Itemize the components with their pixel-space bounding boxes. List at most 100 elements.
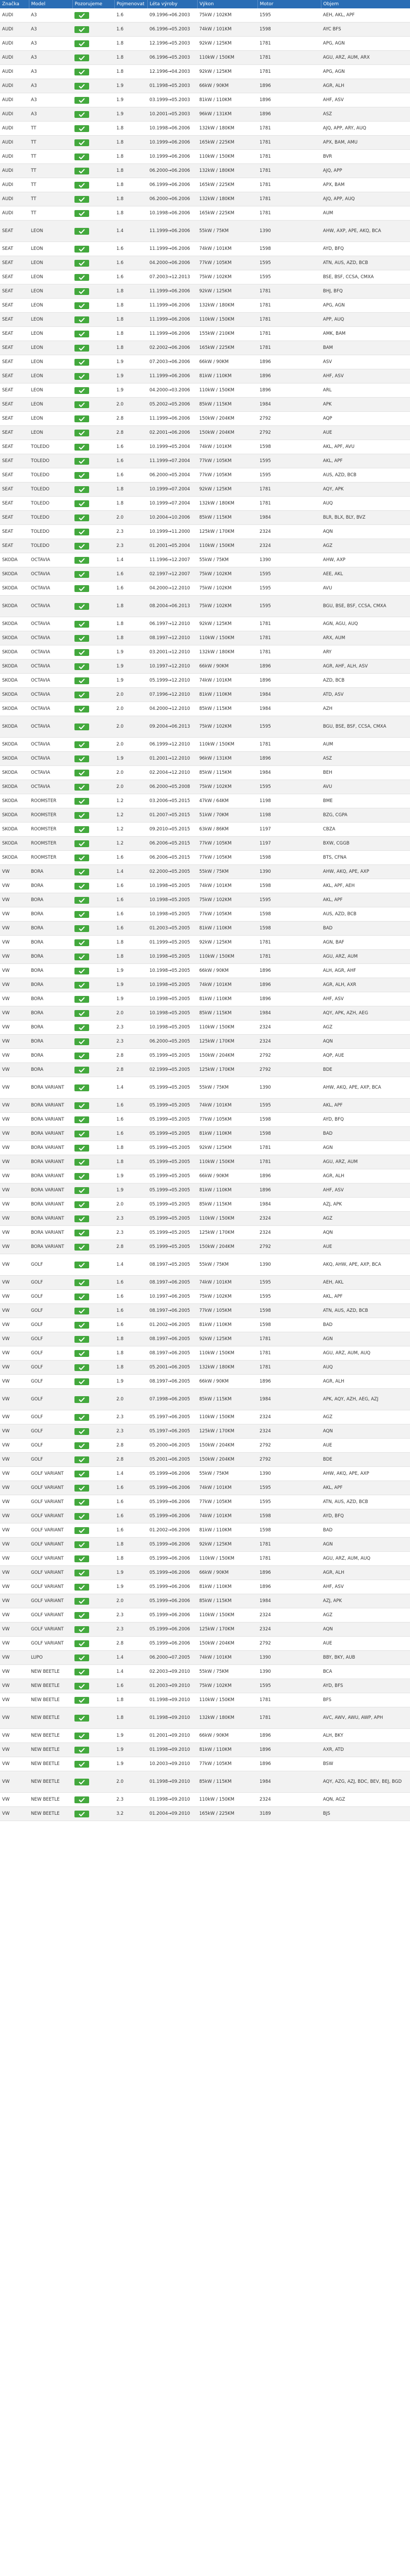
cell-brand: AUDI	[0, 22, 29, 37]
cell-check	[72, 1481, 114, 1495]
cell-text: SKODA	[2, 840, 18, 846]
cell-text: 1.8	[116, 603, 124, 609]
cell-check	[72, 178, 114, 192]
cell-power: 55kW / 75KM	[197, 1077, 257, 1099]
cell-text: 165kW / 225KM	[199, 210, 234, 216]
cell-displacement: 1.4	[114, 220, 147, 242]
compatible-check-icon	[74, 1413, 89, 1421]
cell-years: 11.1999→06.2006	[147, 369, 197, 383]
cell-text: 85kW / 115KM	[199, 770, 232, 775]
table-row: VW GOLF 2.8 05.2000→06.2005 150kW / 204KM 279…	[0, 1438, 410, 1453]
cell-text: VW	[2, 897, 10, 903]
table-row: VW GOLF VARIANT 1.9 05.1999→06.2006 66kW / 9…	[0, 1565, 410, 1580]
cell-model: GOLF	[29, 1374, 72, 1389]
cell-engine-list: AKL, APF, AVU	[321, 440, 410, 454]
cell-engine-code: 2792	[257, 1240, 321, 1254]
cell-text: 11.1999→06.2006	[149, 288, 190, 294]
cell-years: 07.1998→06.2005	[147, 1388, 197, 1410]
cell-text: SEAT	[2, 288, 14, 294]
cell-text: 1.8	[116, 1541, 124, 1547]
cell-brand: VW	[0, 1424, 29, 1439]
table-row: AUDI A3 1.6 09.1996→06.2003 75kW / 102KM 1595…	[0, 8, 410, 23]
cell-text: 10.1998→05.2005	[149, 911, 190, 917]
cell-engine-list: APG, AGN	[321, 64, 410, 79]
cell-engine-list: AGZ	[321, 539, 410, 553]
cell-engine-code: 1781	[257, 1693, 321, 1707]
cell-model: BORA	[29, 1048, 72, 1063]
cell-text: 1.6	[116, 897, 124, 903]
cell-years: 10.2003→09.2010	[147, 1757, 197, 1771]
cell-text: GOLF VARIANT	[31, 1612, 64, 1618]
compatible-check-icon	[74, 663, 89, 670]
cell-years: 05.1999→05.2005	[147, 1211, 197, 1226]
cell-text: AGR, ALH	[323, 1570, 344, 1575]
cell-text: 77kW / 105KM	[199, 1499, 232, 1505]
cell-check	[72, 524, 114, 539]
cell-text: 1.6	[116, 1279, 124, 1285]
cell-power: 96kW / 131KM	[197, 107, 257, 122]
cell-engine-list: AZD, BCB	[321, 673, 410, 688]
cell-brand: VW	[0, 1240, 29, 1254]
cell-engine-list: AXR, ATD	[321, 1742, 410, 1757]
compatible-check-icon	[74, 1470, 89, 1477]
compatible-check-icon	[74, 1527, 89, 1534]
cell-text: 1595	[260, 897, 271, 903]
cell-displacement: 1.9	[114, 1169, 147, 1183]
cell-text: 1.8	[116, 331, 124, 336]
cell-text: 1984	[260, 1598, 271, 1604]
cell-model: GOLF VARIANT	[29, 1565, 72, 1580]
cell-engine-list: BDE	[321, 1452, 410, 1467]
cell-text: 09.1996→06.2003	[149, 12, 190, 18]
cell-power: 81kW / 110KM	[197, 1318, 257, 1332]
cell-text: 01.1999→05.2005	[149, 939, 190, 945]
cell-power: 55kW / 75KM	[197, 1466, 257, 1481]
cell-text: 1781	[260, 500, 271, 506]
compatible-check-icon	[74, 1243, 89, 1251]
cell-years: 01.2002→06.2005	[147, 1318, 197, 1332]
cell-text: BORA	[31, 1038, 44, 1044]
cell-engine-code: 1198	[257, 794, 321, 808]
cell-text: 1.4	[116, 228, 124, 234]
cell-brand: SEAT	[0, 411, 29, 426]
cell-model: A3	[29, 64, 72, 79]
table-row: VW BORA 1.9 10.1998→05.2005 81kW / 110KM 1896…	[0, 992, 410, 1006]
cell-text: NEW BEETLE	[31, 1747, 60, 1752]
cell-brand: VW	[0, 1636, 29, 1651]
cell-text: 1781	[260, 486, 271, 492]
cell-text: 1.6	[116, 911, 124, 917]
cell-text: 1598	[260, 444, 271, 450]
cell-displacement: 2.0	[114, 780, 147, 794]
table-row: SKODA OCTAVIA 1.6 02.1997→12.2007 75kW / 102…	[0, 567, 410, 582]
cell-engine-list: ARY	[321, 645, 410, 660]
cell-engine-list: ALH, AGR, AHF	[321, 963, 410, 978]
cell-text: AJQ, APP	[323, 168, 342, 173]
cell-text: GOLF VARIANT	[31, 1626, 64, 1632]
cell-text: AGR, ALH	[323, 1173, 344, 1179]
cell-engine-list: AQP, AUE	[321, 1048, 410, 1063]
cell-text: 05.1999→06.2006	[149, 1640, 190, 1646]
cell-text: 1.6	[116, 1513, 124, 1519]
cell-text: NEW BEETLE	[31, 1733, 60, 1738]
cell-text: TOLEDO	[31, 514, 50, 520]
cell-text: 1.8	[116, 1364, 124, 1370]
cell-power: 55kW / 75KM	[197, 220, 257, 242]
cell-check	[72, 341, 114, 355]
table-row: SKODA OCTAVIA 1.9 10.1997→12.2010 66kW / 90K…	[0, 659, 410, 674]
cell-text: 05.1997→06.2005	[149, 1414, 190, 1420]
cell-text: 05.1999→06.2006	[149, 1541, 190, 1547]
cell-text: BGU, BSE, BSF, CCSA, CMXA	[323, 603, 386, 609]
table-row: AUDI TT 1.8 06.2000→06.2006 132kW / 180KM 178…	[0, 163, 410, 178]
cell-text: 75kW / 102KM	[199, 12, 232, 18]
cell-text: 1984	[260, 692, 271, 697]
cell-text: 1781	[260, 69, 271, 74]
cell-power: 74kW / 101KM	[197, 879, 257, 893]
table-row: VW BORA VARIANT 1.6 05.1999→05.2005 77kW / 1…	[0, 1112, 410, 1127]
cell-text: LEON	[31, 260, 44, 266]
cell-brand: VW	[0, 893, 29, 907]
cell-text: GOLF	[31, 1414, 43, 1420]
cell-power: 74kW / 101KM	[197, 978, 257, 992]
cell-engine-code: 1896	[257, 659, 321, 674]
cell-text: VW	[2, 1598, 10, 1604]
cell-displacement: 1.8	[114, 1141, 147, 1155]
cell-engine-list: AHW, AXP, APE, AKQ, BCA	[321, 220, 410, 242]
